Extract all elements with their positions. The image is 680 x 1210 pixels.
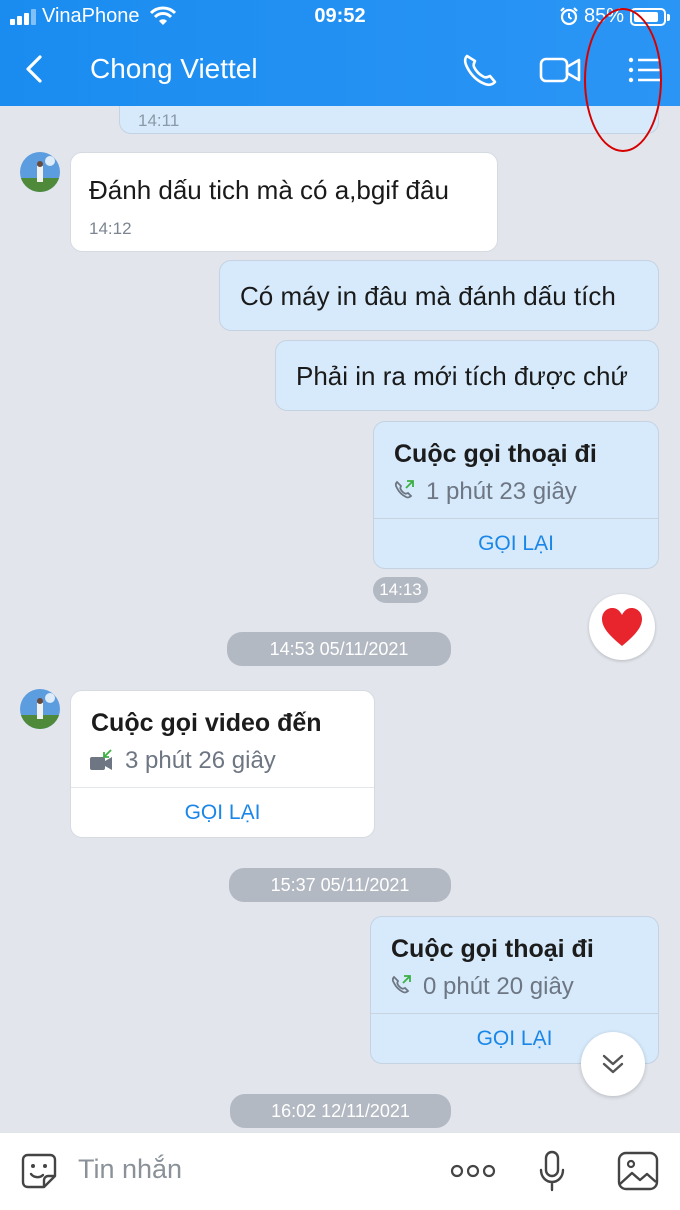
message-time-badge: 14:13 bbox=[373, 577, 428, 603]
reaction-button[interactable] bbox=[589, 594, 655, 660]
date-divider: 14:53 05/11/2021 bbox=[227, 632, 451, 666]
back-icon[interactable] bbox=[18, 52, 52, 86]
video-icon[interactable] bbox=[538, 50, 582, 90]
nav-bar: Chong Viettel bbox=[0, 38, 680, 102]
incoming-video-icon bbox=[90, 749, 112, 770]
phone-icon[interactable] bbox=[458, 50, 502, 90]
sticker-icon[interactable] bbox=[20, 1152, 58, 1190]
alarm-icon bbox=[560, 7, 578, 26]
message-input-bar: Tin nhắn bbox=[0, 1132, 680, 1210]
call-card-incoming[interactable]: Cuộc gọi video đến 3 phút 26 giây GỌI LẠ… bbox=[70, 690, 375, 838]
message-bubble-outgoing[interactable]: Có máy in đâu mà đánh dấu tích bbox=[219, 260, 659, 331]
outgoing-call-icon bbox=[391, 975, 411, 994]
message-bubble-outgoing[interactable]: Phải in ra mới tích được chứ bbox=[275, 340, 659, 411]
message-bubble-incoming[interactable]: Đánh dấu tich mà có a,bgif đâu 14:12 bbox=[70, 152, 498, 252]
date-divider: 16:02 12/11/2021 bbox=[230, 1094, 451, 1128]
status-bar: VinaPhone 09:52 85% bbox=[0, 0, 680, 34]
avatar[interactable] bbox=[20, 152, 60, 192]
avatar[interactable] bbox=[20, 689, 60, 729]
more-icon[interactable] bbox=[450, 1163, 496, 1179]
chevron-down-icon bbox=[602, 1054, 624, 1074]
call-back-button[interactable]: GỌI LẠI bbox=[71, 788, 374, 838]
image-icon[interactable] bbox=[617, 1151, 659, 1191]
call-card-outgoing[interactable]: Cuộc gọi thoại đi 1 phút 23 giây GỌI LẠI bbox=[373, 421, 659, 569]
chat-header: VinaPhone 09:52 85% Chong Viettel bbox=[0, 0, 680, 106]
message-list[interactable]: 14:11 Đánh dấu tich mà có a,bgif đâu 14:… bbox=[0, 106, 680, 1132]
message-bubble-previous[interactable]: 14:11 bbox=[119, 106, 659, 134]
heart-icon bbox=[602, 608, 642, 646]
date-divider: 15:37 05/11/2021 bbox=[229, 868, 451, 902]
call-back-button[interactable]: GỌI LẠI bbox=[374, 519, 658, 569]
message-input[interactable]: Tin nhắn bbox=[78, 1154, 182, 1185]
outgoing-call-icon bbox=[394, 480, 414, 499]
scroll-to-bottom-button[interactable] bbox=[581, 1032, 645, 1096]
highlight-circle bbox=[584, 8, 662, 152]
contact-name[interactable]: Chong Viettel bbox=[90, 53, 258, 85]
mic-icon[interactable] bbox=[538, 1150, 566, 1194]
